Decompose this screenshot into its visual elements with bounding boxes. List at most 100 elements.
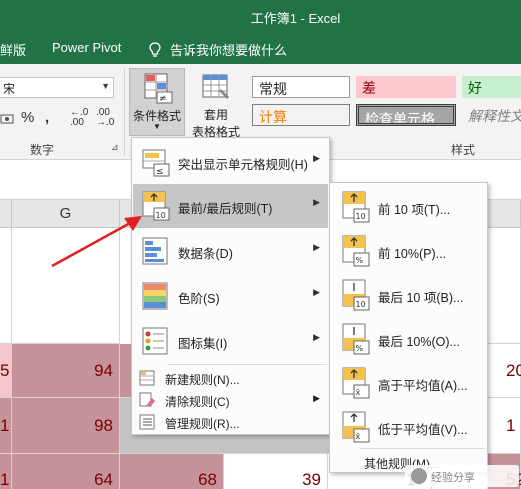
- menu-item-clear-rules[interactable]: 清除规则(C) ▶: [133, 389, 328, 411]
- svg-text:10: 10: [156, 211, 166, 220]
- column-header-f[interactable]: [0, 200, 12, 228]
- menu-item-top-bottom-rules[interactable]: 10 最前/最后规则(T) ▶: [133, 184, 328, 228]
- chevron-right-icon: ▶: [313, 242, 320, 252]
- submenu-item-label: 前 10%(P)...: [378, 247, 447, 261]
- above-average-icon: x̄: [342, 367, 370, 399]
- submenu-item-label: 低于平均值(V)...: [378, 423, 468, 437]
- tab-review-partial[interactable]: 鲜版: [0, 40, 26, 59]
- menu-item-label: 突出显示单元格规则(H): [178, 158, 308, 172]
- comma-button[interactable]: ,: [45, 109, 49, 126]
- menu-separator: [168, 364, 327, 365]
- chevron-right-icon: ▶: [313, 287, 320, 297]
- increase-decimal-button[interactable]: ←.0 .00: [70, 108, 92, 128]
- number-format-box[interactable]: 宋 ▼: [0, 77, 114, 98]
- menu-item-label: 最前/最后规则(T): [178, 202, 273, 216]
- submenu-item-top-10-items[interactable]: 10 前 10 项(T)...: [331, 185, 486, 229]
- styles-group-label: 样式: [451, 143, 476, 157]
- submenu-item-label: 前 10 项(T)...: [378, 203, 451, 217]
- cell[interactable]: 20: [488, 344, 521, 398]
- conditional-formatting-menu: ≤ 突出显示单元格规则(H) ▶ 10 最前/最后规则(T) ▶ 数据条(D) …: [131, 137, 330, 435]
- cell[interactable]: [0, 228, 12, 344]
- menu-item-label: 色阶(S): [178, 292, 220, 306]
- style-normal[interactable]: 常规: [252, 76, 350, 98]
- bottom-10-items-icon: 10: [342, 279, 370, 311]
- chevron-down-icon: ▼: [153, 122, 161, 131]
- menu-separator: [360, 448, 485, 449]
- lightbulb-icon: [149, 42, 161, 57]
- conditional-formatting-button[interactable]: ≠ 条件格式 ▼: [129, 68, 185, 136]
- group-divider: [124, 68, 125, 156]
- submenu-item-bottom-10-items[interactable]: 10 最后 10 项(B)...: [331, 273, 486, 317]
- top-bottom-rules-submenu: 10 前 10 项(T)...% 前 10%(P)... 10 最后 10 项(B)..…: [329, 182, 488, 473]
- bottom-10-percent-icon: %: [342, 323, 370, 355]
- menu-item-label: 数据条(D): [178, 247, 233, 261]
- format-as-table-label-1: 套用: [203, 108, 228, 122]
- cell[interactable]: 98: [12, 398, 120, 454]
- style-calculation[interactable]: 计算: [252, 104, 350, 126]
- color-scales-icon: [142, 282, 168, 310]
- svg-text:x̄: x̄: [356, 388, 361, 397]
- top-10-percent-icon: %: [342, 235, 370, 267]
- chevron-right-icon: ▶: [313, 332, 320, 342]
- cell[interactable]: 1: [0, 454, 12, 489]
- watermark-logo-icon: [411, 468, 427, 484]
- menu-item-new-rule[interactable]: 新建规则(N)...: [133, 367, 328, 389]
- new-rule-icon: [139, 370, 155, 386]
- cell[interactable]: 94: [12, 344, 120, 398]
- icon-sets-icon: [142, 327, 168, 355]
- title-bar: 工作簿1 - Excel: [0, 0, 521, 31]
- submenu-item-bottom-10-percent[interactable]: % 最后 10%(O)...: [331, 317, 486, 361]
- cell[interactable]: [488, 228, 521, 344]
- menu-item-manage-rules[interactable]: 管理规则(R)...: [133, 411, 328, 433]
- style-good[interactable]: 好: [462, 76, 521, 98]
- cell[interactable]: 1: [488, 398, 521, 454]
- menu-item-label: 新建规则(N)...: [165, 373, 240, 387]
- tab-power-pivot[interactable]: Power Pivot: [52, 40, 121, 55]
- chevron-right-icon: ▶: [313, 153, 320, 163]
- style-check-cell[interactable]: 检查单元格: [356, 104, 456, 126]
- tell-me-text: 告诉我你想要做什么: [170, 43, 288, 58]
- style-bad[interactable]: 差: [356, 76, 456, 98]
- submenu-item-label: 高于平均值(A)...: [378, 379, 468, 393]
- cell[interactable]: 64: [12, 454, 120, 489]
- svg-text:10: 10: [356, 300, 366, 309]
- submenu-item-below-average[interactable]: x̄ 低于平均值(V)...: [331, 405, 486, 449]
- submenu-item-above-average[interactable]: x̄ 高于平均值(A)...: [331, 361, 486, 405]
- submenu-item-label: 最后 10%(O)...: [378, 335, 460, 349]
- cell[interactable]: 68: [120, 454, 224, 489]
- cell[interactable]: 1: [0, 398, 12, 454]
- ribbon-tabs: 鲜版 Power Pivot 告诉我你想要做什么: [0, 31, 521, 64]
- decrease-decimal-button[interactable]: .00 →.0: [96, 108, 118, 128]
- chevron-right-icon: ▶: [313, 393, 320, 403]
- menu-item-icon-sets[interactable]: 图标集(I) ▶: [133, 319, 328, 363]
- top-10-items-icon: 10: [342, 191, 370, 223]
- currency-icon[interactable]: [0, 112, 14, 126]
- percent-button[interactable]: %: [21, 109, 34, 126]
- watermark-text: 经验分享: [431, 472, 475, 484]
- number-format-value: 宋: [3, 82, 16, 96]
- svg-text:≠: ≠: [159, 94, 167, 104]
- svg-text:x̄: x̄: [356, 432, 361, 441]
- below-average-icon: x̄: [342, 411, 370, 443]
- dialog-launcher-icon[interactable]: ⊿: [111, 142, 119, 153]
- format-as-table-button[interactable]: 套用 表格格式: [187, 68, 245, 139]
- menu-item-highlight-cells-rules[interactable]: ≤ 突出显示单元格规则(H) ▶: [133, 140, 328, 184]
- svg-text:%: %: [356, 344, 364, 353]
- svg-text:≤: ≤: [156, 167, 164, 177]
- submenu-item-label: 最后 10 项(B)...: [378, 291, 464, 305]
- watermark: 经验分享: [405, 465, 519, 487]
- submenu-item-top-10-percent[interactable]: % 前 10%(P)...: [331, 229, 486, 273]
- menu-item-label: 清除规则(C): [165, 395, 230, 409]
- chevron-right-icon: ▶: [313, 197, 320, 207]
- manage-rules-icon: [139, 414, 155, 430]
- chevron-down-icon: ▼: [101, 81, 110, 91]
- style-explanatory[interactable]: 解释性文: [462, 104, 521, 126]
- cell[interactable]: 5: [0, 344, 12, 398]
- menu-item-label: 图标集(I): [178, 337, 228, 351]
- menu-item-data-bars[interactable]: 数据条(D) ▶: [133, 229, 328, 273]
- svg-text:%: %: [356, 256, 364, 265]
- menu-item-color-scales[interactable]: 色阶(S) ▶: [133, 274, 328, 318]
- cell[interactable]: 39: [224, 454, 328, 489]
- tell-me-box[interactable]: 告诉我你想要做什么: [148, 40, 287, 59]
- window-title: 工作簿1 - Excel: [250, 11, 341, 26]
